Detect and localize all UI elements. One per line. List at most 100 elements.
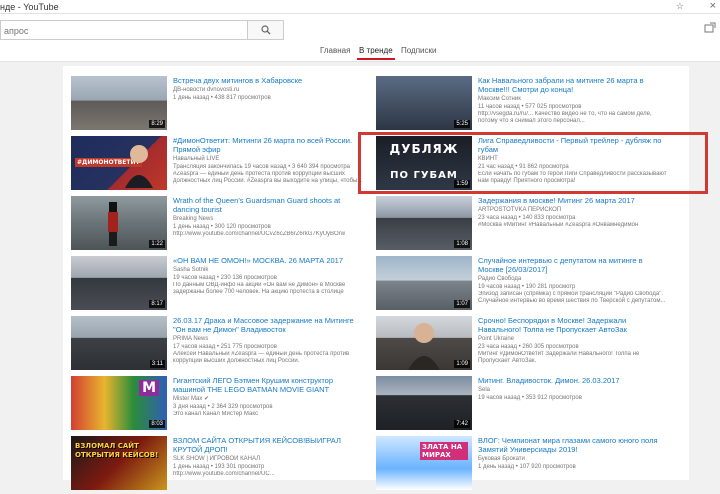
masthead xyxy=(0,14,720,42)
video-card[interactable]: 1:08 Задержания в москве! Митинг 26 март… xyxy=(368,196,668,254)
window-title: нде - YouTube xyxy=(0,2,59,12)
video-duration: 5:25 xyxy=(454,120,470,128)
video-channel[interactable]: PRIMA News xyxy=(173,335,363,343)
video-card[interactable]: ЗЛАТА НА МИРАХ ВЛОГ: Чемпионат мира глаз… xyxy=(368,436,668,494)
video-channel[interactable]: Mister Max ✔ xyxy=(173,395,363,403)
video-title[interactable]: Задержания в москве! Митинг 26 марта 201… xyxy=(478,196,668,205)
video-duration: 3:11 xyxy=(149,360,165,368)
video-card[interactable]: M 8:03 Гигантский ЛЕГО Бэтмен Крушим кон… xyxy=(63,376,363,434)
feed-tabs: Главная В тренде Подписки xyxy=(0,42,720,62)
video-meta: 17 часов назад • 251 775 просмотров xyxy=(173,344,277,350)
video-meta: 3 дня назад • 2 364 329 просмотров xyxy=(173,404,273,410)
video-channel[interactable]: Breaking News xyxy=(173,215,363,223)
video-meta: 19 часов назад • 353 912 просмотров xyxy=(478,395,582,401)
video-channel[interactable]: Point Ukraine xyxy=(478,335,668,343)
search-input[interactable] xyxy=(1,22,247,40)
video-duration: 1:08 xyxy=(454,240,470,248)
video-card[interactable]: 1:09 Срочно! Беспорядки в Москве! Задерж… xyxy=(368,316,668,374)
video-thumbnail[interactable]: #ДИМОНОТВЕТИТ xyxy=(71,136,167,190)
video-duration: 1:22 xyxy=(149,240,165,248)
video-thumbnail[interactable]: 1:09 xyxy=(376,316,472,370)
video-description: Эпизод записан (спрямка) с прямой трансл… xyxy=(478,291,666,304)
video-channel[interactable]: Максим Сотник xyxy=(478,95,668,103)
close-icon[interactable]: × xyxy=(710,0,716,12)
video-card[interactable]: 7:42 Митинг. Владивосток. Димон. 26.03.2… xyxy=(368,376,668,434)
video-thumbnail[interactable]: 7:42 xyxy=(376,376,472,430)
video-thumbnail[interactable]: M 8:03 xyxy=(71,376,167,430)
video-meta: 19 часов назад • 190 281 просмотр xyxy=(478,284,576,290)
video-meta: 1 день назад • 300 120 просмотров xyxy=(173,224,271,230)
video-meta: 11 часов назад • 577 025 просмотров xyxy=(478,104,582,110)
video-meta: 1 день назад • 107 920 просмотров xyxy=(478,464,576,470)
video-description: По данным ОВД-инфо на акции «Он вам не Д… xyxy=(173,282,346,295)
video-title[interactable]: #ДимонОтветит: Митинги 26 марта по всей … xyxy=(173,136,363,154)
tab-home[interactable]: Главная xyxy=(320,46,350,55)
video-title[interactable]: Митинг. Владивосток. Димон. 26.03.2017 xyxy=(478,376,668,385)
video-description: Митинг #ДимонОтветит Задержали Навальног… xyxy=(478,351,640,364)
video-card[interactable]: 3:11 26.03.17 Драка и Массовое задержани… xyxy=(63,316,363,374)
video-description: #Zeaspra — единый день протеста против к… xyxy=(173,171,363,184)
search-box[interactable] xyxy=(0,20,248,40)
video-channel[interactable]: Sela xyxy=(478,386,668,394)
tab-trending[interactable]: В тренде xyxy=(357,46,395,60)
window-titlebar: нде - YouTube ☆ × xyxy=(0,0,720,14)
video-title[interactable]: «ОН ВАМ НЕ ОМОН!» МОСКВА. 26 МАРТА 2017 xyxy=(173,256,363,265)
video-duration: 7:42 xyxy=(454,420,470,428)
video-meta: 23 часа назад • 260 305 просмотров xyxy=(478,344,579,350)
video-thumbnail[interactable]: 1:22 xyxy=(71,196,167,250)
video-description: http://www.youtube.com/channel/UC... xyxy=(173,471,275,477)
search-button[interactable] xyxy=(248,20,284,40)
video-title[interactable]: Wrath of the Queen's Guardsman Guard sho… xyxy=(173,196,363,214)
person-silhouette-icon xyxy=(408,323,440,370)
video-channel[interactable]: ДВ-новости dvnovosti.ru xyxy=(173,86,363,94)
highlight-frame xyxy=(358,132,708,194)
video-channel[interactable]: ARTPOSTOTVKA ПЕРИСКОП xyxy=(478,206,668,214)
video-card[interactable]: 1:07 Случайное интервью с депутатом на м… xyxy=(368,256,668,314)
video-thumbnail[interactable]: 1:07 xyxy=(376,256,472,310)
video-description: http://www.youtube.com/channel/UCvZ6cZB6… xyxy=(173,231,346,237)
video-channel[interactable]: Навальный LIVE xyxy=(173,155,363,163)
tab-subscriptions[interactable]: Подписки xyxy=(401,46,436,55)
video-card[interactable]: 8:17 «ОН ВАМ НЕ ОМОН!» МОСКВА. 26 МАРТА … xyxy=(63,256,363,314)
thumbnail-overlay-text: ВЗЛОМАЛ САЙТ ОТКРЫТИЯ КЕЙСОВ! xyxy=(75,442,159,459)
video-duration: 8:03 xyxy=(149,420,165,428)
star-icon[interactable]: ☆ xyxy=(676,1,684,12)
video-title[interactable]: Как Навального забрали на митинге 26 мар… xyxy=(478,76,668,94)
video-title[interactable]: Гигантский ЛЕГО Бэтмен Крушим конструкто… xyxy=(173,376,363,394)
video-duration: 8:29 xyxy=(149,120,165,128)
video-card[interactable]: ВЗЛОМАЛ САЙТ ОТКРЫТИЯ КЕЙСОВ! ВЗЛОМ САЙТ… xyxy=(63,436,363,494)
video-card[interactable]: 5:25 Как Навального забрали на митинге 2… xyxy=(368,76,668,134)
video-channel[interactable]: Sasha Sotnik xyxy=(173,266,363,274)
video-channel[interactable]: SLK SHOW | ИГРОВОЙ КАНАЛ xyxy=(173,455,363,463)
video-thumbnail[interactable]: ВЗЛОМАЛ САЙТ ОТКРЫТИЯ КЕЙСОВ! xyxy=(71,436,167,490)
search-icon xyxy=(260,25,270,35)
video-duration: 1:07 xyxy=(454,300,470,308)
video-meta: Трансляция закончилась 19 часов назад • … xyxy=(173,164,351,170)
video-thumbnail[interactable]: 1:08 xyxy=(376,196,472,250)
video-title[interactable]: ВЛОГ: Чемпионат мира глазами самого юног… xyxy=(478,436,668,454)
video-channel[interactable]: Радио Свобода xyxy=(478,275,668,283)
video-thumbnail[interactable]: 5:25 xyxy=(376,76,472,130)
channel-logo-icon: M xyxy=(139,380,159,396)
video-description: #Москва #Митинг #Навальный #Zeaspra #Онв… xyxy=(478,222,639,228)
video-channel[interactable]: Буковая Брокати xyxy=(478,455,668,463)
trending-feed: 8:29 Встреча двух митингов в Хабаровске … xyxy=(63,66,689,490)
video-card[interactable]: #ДИМОНОТВЕТИТ #ДимонОтветит: Митинги 26 … xyxy=(63,136,363,194)
upload-icon[interactable] xyxy=(704,22,716,34)
video-title[interactable]: Случайное интервью с депутатом на митинг… xyxy=(478,256,668,274)
video-title[interactable]: Срочно! Беспорядки в Москве! Задержали Н… xyxy=(478,316,668,334)
video-duration: 8:17 xyxy=(149,300,165,308)
video-card[interactable]: 1:22 Wrath of the Queen's Guardsman Guar… xyxy=(63,196,363,254)
video-description: Алексей Навальный #Zeaspra — единый день… xyxy=(173,351,350,364)
video-description: Это канал Канал Мистер Макс xyxy=(173,411,259,417)
guard-figure-icon xyxy=(108,202,118,246)
video-thumbnail[interactable]: ЗЛАТА НА МИРАХ xyxy=(376,436,472,490)
video-title[interactable]: Встреча двух митингов в Хабаровске xyxy=(173,76,363,85)
video-card[interactable]: 8:29 Встреча двух митингов в Хабаровске … xyxy=(63,76,363,134)
video-title[interactable]: 26.03.17 Драка и Массовое задержание на … xyxy=(173,316,363,334)
video-title[interactable]: ВЗЛОМ САЙТА ОТКРЫТИЯ КЕЙСОВ!ВЫИГРАЛ КРУТ… xyxy=(173,436,363,454)
video-thumbnail[interactable]: 8:29 xyxy=(71,76,167,130)
video-thumbnail[interactable]: 3:11 xyxy=(71,316,167,370)
video-thumbnail[interactable]: 8:17 xyxy=(71,256,167,310)
thumbnail-overlay-text: ЗЛАТА НА МИРАХ xyxy=(420,442,468,460)
